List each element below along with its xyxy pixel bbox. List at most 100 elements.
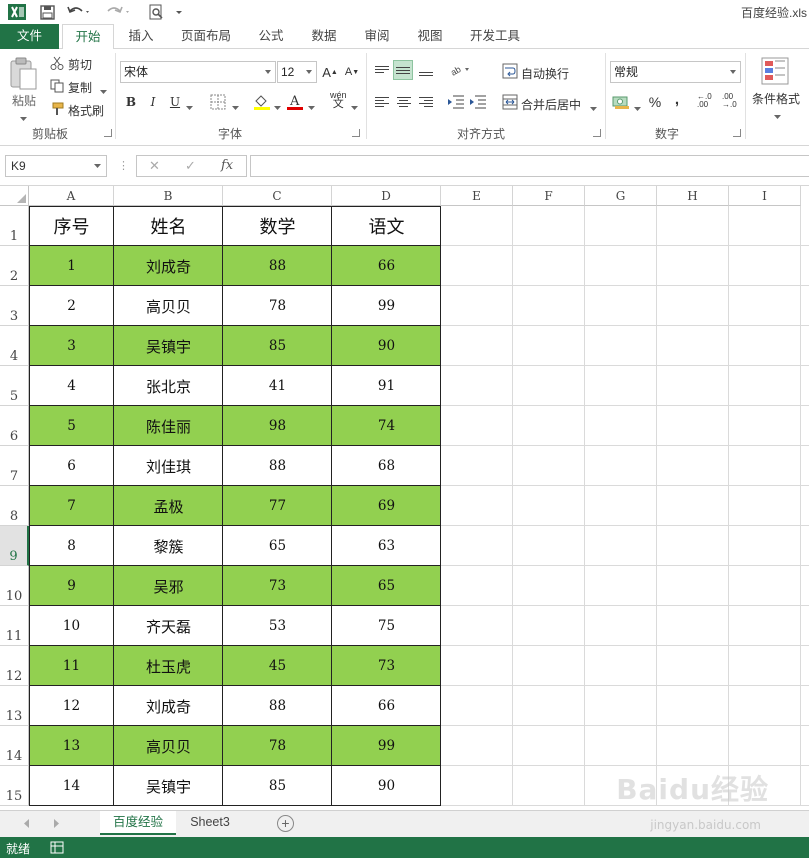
tab-view[interactable]: 视图 <box>407 24 453 49</box>
table-cell[interactable]: 85 <box>223 326 332 366</box>
decrease-indent-icon[interactable] <box>447 95 465 112</box>
table-cell[interactable]: 78 <box>223 726 332 766</box>
font-launcher-icon[interactable] <box>352 129 360 137</box>
table-cell[interactable]: 75 <box>332 606 441 646</box>
insert-function-icon[interactable]: fx <box>221 158 233 173</box>
row-header-14[interactable]: 14 <box>0 726 29 766</box>
row-header-7[interactable]: 7 <box>0 446 29 486</box>
worksheet-grid[interactable]: A B C D E F G H I 1 2 3 4 5 6 7 8 9 10 11 12 13 14 15 序号 姓名 数学 语文 1 刘… <box>0 186 809 810</box>
table-cell[interactable]: 68 <box>332 446 441 486</box>
table-cell[interactable]: 69 <box>332 486 441 526</box>
tab-page-layout[interactable]: 页面布局 <box>172 24 240 49</box>
formula-bar-grip-icon[interactable]: ⋮ <box>118 159 129 172</box>
column-header-g[interactable]: G <box>585 186 657 206</box>
wrap-text-button[interactable]: 自动换行 <box>521 65 569 82</box>
table-cell[interactable]: 5 <box>29 406 114 446</box>
table-cell[interactable]: 41 <box>223 366 332 406</box>
table-cell[interactable]: 高贝贝 <box>114 286 223 326</box>
table-header-cell[interactable]: 数学 <box>223 206 332 246</box>
grow-font-icon[interactable]: A ▲ <box>320 62 340 82</box>
table-cell[interactable]: 45 <box>223 646 332 686</box>
table-header-cell[interactable]: 语文 <box>332 206 441 246</box>
table-cell[interactable]: 99 <box>332 286 441 326</box>
table-cell[interactable]: 99 <box>332 726 441 766</box>
table-cell[interactable]: 吴镇宇 <box>114 326 223 366</box>
table-cell[interactable]: 黎簇 <box>114 526 223 566</box>
paste-icon[interactable] <box>8 57 42 93</box>
table-cell[interactable]: 53 <box>223 606 332 646</box>
name-box[interactable]: K9 <box>5 155 107 177</box>
format-painter-icon[interactable] <box>50 102 64 119</box>
font-color-dropdown-icon[interactable] <box>308 100 315 114</box>
row-header-4[interactable]: 4 <box>0 326 29 366</box>
row-header-12[interactable]: 12 <box>0 646 29 686</box>
italic-button[interactable]: I <box>143 92 163 112</box>
table-cell[interactable]: 杜玉虎 <box>114 646 223 686</box>
table-cell[interactable]: 11 <box>29 646 114 686</box>
align-top-icon[interactable] <box>372 59 392 79</box>
percent-style-button[interactable]: % <box>645 92 665 112</box>
row-header-13[interactable]: 13 <box>0 686 29 726</box>
row-header-9[interactable]: 9 <box>0 526 29 566</box>
add-sheet-button[interactable]: + <box>277 815 294 832</box>
wrap-text-icon[interactable] <box>502 63 518 82</box>
copy-dropdown-icon[interactable] <box>100 84 107 98</box>
borders-icon[interactable] <box>210 94 226 113</box>
row-header-11[interactable]: 11 <box>0 606 29 646</box>
enter-icon[interactable]: ✓ <box>185 158 196 174</box>
formula-input[interactable] <box>250 155 809 177</box>
copy-button[interactable]: 复制 <box>68 79 92 96</box>
table-cell[interactable]: 12 <box>29 686 114 726</box>
table-cell[interactable]: 高贝贝 <box>114 726 223 766</box>
table-cell[interactable]: 6 <box>29 446 114 486</box>
tab-insert[interactable]: 插入 <box>118 24 164 49</box>
format-painter-button[interactable]: 格式刷 <box>68 102 104 119</box>
table-cell[interactable]: 13 <box>29 726 114 766</box>
conditional-format-icon[interactable] <box>761 57 789 88</box>
table-cell[interactable]: 吴镇宇 <box>114 766 223 806</box>
row-header-10[interactable]: 10 <box>0 566 29 606</box>
table-header-cell[interactable]: 姓名 <box>114 206 223 246</box>
redo-icon[interactable] <box>104 2 134 22</box>
table-cell[interactable]: 73 <box>223 566 332 606</box>
table-cell[interactable]: 77 <box>223 486 332 526</box>
phonetic-dropdown-icon[interactable] <box>351 100 358 114</box>
increase-decimal-icon[interactable]: ←.0.00 <box>697 93 712 109</box>
table-cell[interactable]: 1 <box>29 246 114 286</box>
orientation-icon[interactable]: ab <box>449 61 471 80</box>
sheet-tab-baidu[interactable]: 百度经验 <box>100 811 176 835</box>
column-header-h[interactable]: H <box>657 186 729 206</box>
table-cell[interactable]: 3 <box>29 326 114 366</box>
table-cell[interactable]: 刘成奇 <box>114 686 223 726</box>
comma-style-button[interactable]: , <box>667 89 687 109</box>
scroll-right-icon[interactable] <box>54 817 60 831</box>
table-cell[interactable]: 刘佳琪 <box>114 446 223 486</box>
table-cell[interactable]: 90 <box>332 326 441 366</box>
fill-color-dropdown-icon[interactable] <box>274 100 281 114</box>
table-cell[interactable]: 7 <box>29 486 114 526</box>
row-header-3[interactable]: 3 <box>0 286 29 326</box>
table-cell[interactable]: 陈佳丽 <box>114 406 223 446</box>
font-size-combo[interactable]: 12 <box>277 61 317 83</box>
row-header-15[interactable]: 15 <box>0 766 29 806</box>
column-header-c[interactable]: C <box>223 186 332 206</box>
table-cell[interactable]: 刘成奇 <box>114 246 223 286</box>
table-header-cell[interactable]: 序号 <box>29 206 114 246</box>
tab-developer[interactable]: 开发工具 <box>462 24 528 49</box>
paste-dropdown-icon[interactable] <box>20 111 28 125</box>
underline-button[interactable]: U <box>165 92 185 112</box>
merge-dropdown-icon[interactable] <box>590 101 597 115</box>
cut-button[interactable]: 剪切 <box>68 56 92 73</box>
font-name-combo[interactable]: 宋体 <box>120 61 276 83</box>
scroll-left-icon[interactable] <box>24 817 30 831</box>
save-icon[interactable] <box>36 2 58 22</box>
table-cell[interactable]: 88 <box>223 246 332 286</box>
table-cell[interactable]: 78 <box>223 286 332 326</box>
column-header-f[interactable]: F <box>513 186 585 206</box>
print-preview-icon[interactable] <box>144 2 168 22</box>
table-cell[interactable]: 齐天磊 <box>114 606 223 646</box>
tab-home[interactable]: 开始 <box>62 24 114 50</box>
table-cell[interactable]: 10 <box>29 606 114 646</box>
column-header-e[interactable]: E <box>441 186 513 206</box>
merge-center-button[interactable]: 合并后居中 <box>521 96 581 113</box>
